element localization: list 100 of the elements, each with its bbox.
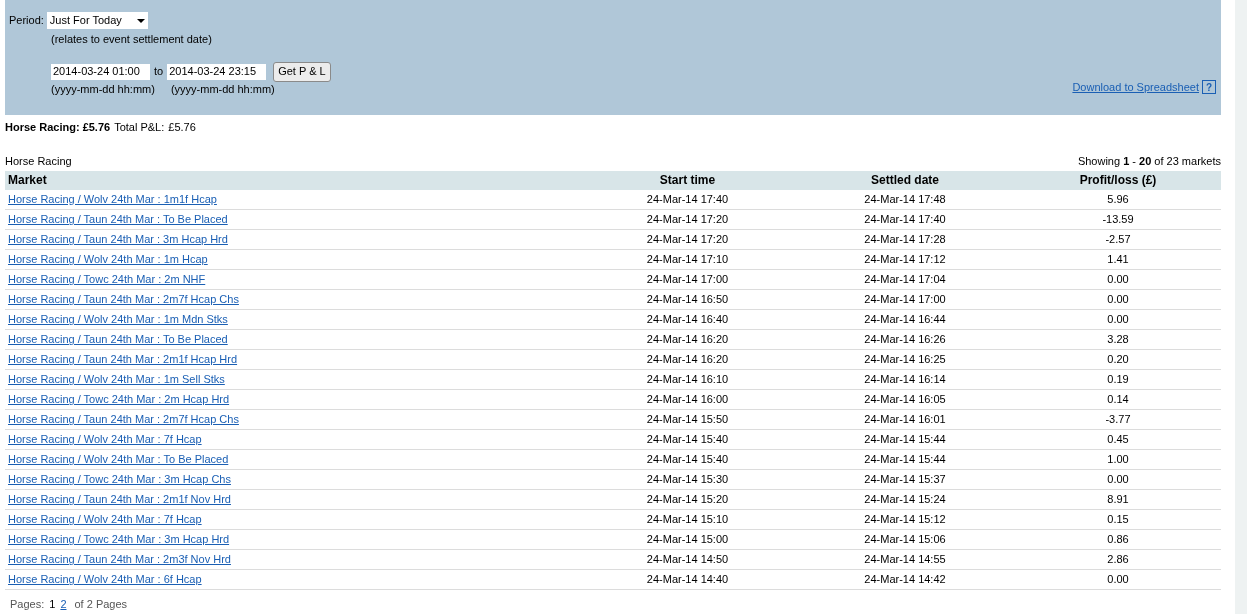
total-label: Total P&L: — [114, 120, 165, 135]
market-link[interactable]: Horse Racing / Taun 24th Mar : 2m7f Hcap Chs — [8, 293, 239, 306]
table-cell: 8.91 — [1107, 493, 1129, 506]
table-cell: 24-Mar-14 15:20 — [646, 493, 729, 506]
market-link[interactable]: Horse Racing / Wolv 24th Mar : 1m1f Hcap — [8, 193, 217, 205]
table-cell: 24-Mar-14 15:10 — [646, 513, 729, 526]
market-link[interactable]: Horse Racing / Taun 24th Mar : 2m7f Hcap Chs — [8, 413, 239, 426]
table-cell: -2.57 — [1105, 233, 1131, 246]
column-header: Market — [5, 170, 580, 190]
market-link[interactable]: Horse Racing / Wolv 24th Mar : 1m Hcap — [8, 253, 208, 266]
table-cell: 1.00 — [1107, 453, 1129, 466]
pages-label: Pages: — [10, 597, 45, 612]
table-cell: 24-Mar-14 15:24 — [864, 493, 946, 506]
table-title: Horse Racing — [5, 154, 72, 169]
table-cell: 24-Mar-14 16:20 — [646, 333, 729, 346]
table-cell: 1.41 — [1107, 253, 1129, 266]
market-link[interactable]: Horse Racing / Taun 24th Mar : 2m1f Hcap Hrd — [8, 353, 238, 366]
market-link[interactable]: Horse Racing / Wolv 24th Mar : 6f Hcap — [8, 573, 202, 586]
table-cell: 24-Mar-14 16:20 — [646, 353, 729, 366]
help-button[interactable]: ? — [1202, 80, 1216, 95]
table-cell: 0.00 — [1107, 273, 1129, 286]
table-cell: 24-Mar-14 17:20 — [646, 233, 729, 246]
table-cell: 24-Mar-14 16:10 — [646, 373, 729, 386]
market-link[interactable]: Horse Racing / Taun 24th Mar : 3m Hcap Hrd — [8, 233, 228, 246]
market-link[interactable]: Horse Racing / Wolv 24th Mar : 7f Hcap — [8, 433, 202, 446]
table-cell: 24-Mar-14 16:05 — [864, 393, 946, 406]
from-date-field[interactable]: 2014-03-24 01:00 — [51, 63, 150, 80]
table-cell: 24-Mar-14 15:06 — [864, 533, 946, 546]
table-cell: 0.86 — [1107, 533, 1129, 546]
page-link[interactable]: 2 — [60, 596, 67, 613]
table-cell: 0.00 — [1107, 473, 1129, 486]
table-cell: 24-Mar-14 17:00 — [864, 293, 946, 306]
to-date-field[interactable]: 2014-03-24 23:15 — [167, 63, 267, 80]
table-cell: 3.28 — [1107, 333, 1129, 346]
table-cell: 24-Mar-14 17:04 — [864, 273, 946, 286]
market-link[interactable]: Horse Racing / Wolv 24th Mar : To Be Placed — [8, 453, 229, 466]
table-cell: 24-Mar-14 15:37 — [864, 473, 946, 486]
table-cell: 0.19 — [1107, 373, 1129, 386]
date-format-hint: (yyyy-mm-dd hh:mm) — [170, 81, 275, 97]
table-cell: 24-Mar-14 17:40 — [864, 213, 946, 226]
table-cell: 24-Mar-14 14:55 — [864, 553, 946, 566]
table-cell: 24-Mar-14 14:42 — [864, 573, 946, 586]
table-cell: 24-Mar-14 15:12 — [864, 513, 946, 526]
table-cell: 24-Mar-14 17:12 — [864, 253, 946, 266]
market-link[interactable]: Horse Racing / Wolv 24th Mar : 1m Mdn Stks — [8, 313, 228, 326]
table-cell: 0.00 — [1107, 293, 1129, 306]
market-link[interactable]: Horse Racing / Towc 24th Mar : 2m Hcap Hrd — [8, 393, 230, 406]
table-cell: 0.00 — [1107, 573, 1129, 586]
table-cell: 24-Mar-14 17:00 — [646, 273, 729, 286]
table-cell: -3.77 — [1105, 413, 1131, 426]
table-cell: 24-Mar-14 15:00 — [646, 533, 729, 546]
table-cell: 0.45 — [1107, 433, 1129, 446]
market-link[interactable]: Horse Racing / Taun 24th Mar : 2m3f Nov Hrd — [8, 553, 231, 566]
table-cell: 24-Mar-14 15:40 — [646, 433, 729, 446]
total-value: £5.76 — [168, 120, 196, 135]
table-cell: 24-Mar-14 14:50 — [646, 553, 729, 566]
market-link[interactable]: Horse Racing / Taun 24th Mar : To Be Placed — [8, 213, 228, 226]
table-cell: 24-Mar-14 14:40 — [646, 573, 729, 586]
market-link[interactable]: Horse Racing / Taun 24th Mar : 2m1f Nov Hrd — [8, 493, 231, 506]
table-cell: 24-Mar-14 15:30 — [646, 473, 729, 486]
table-cell: 24-Mar-14 16:14 — [864, 373, 946, 386]
table-cell: 24-Mar-14 17:48 — [864, 193, 946, 205]
page-total: of 2 Pages — [74, 597, 128, 612]
table-cell: 24-Mar-14 16:44 — [864, 313, 946, 326]
market-link[interactable]: Horse Racing / Wolv 24th Mar : 1m Sell Stks — [8, 373, 225, 386]
column-header: Start time — [580, 170, 795, 190]
download-link[interactable]: Download to Spreadsheet — [1072, 79, 1199, 96]
table-cell: 24-Mar-14 16:01 — [864, 413, 946, 426]
table-cell: 0.14 — [1107, 393, 1129, 406]
market-link[interactable]: Horse Racing / Towc 24th Mar : 3m Hcap Chs — [8, 473, 231, 486]
table-cell: 24-Mar-14 15:50 — [646, 413, 729, 426]
market-link[interactable]: Horse Racing / Towc 24th Mar : 3m Hcap Hrd — [8, 533, 230, 546]
table-cell: 24-Mar-14 17:40 — [646, 193, 729, 205]
table-cell: 24-Mar-14 15:44 — [864, 433, 946, 446]
table-cell: 24-Mar-14 17:20 — [646, 213, 729, 226]
market-link[interactable]: Horse Racing / Towc 24th Mar : 2m NHF — [8, 273, 206, 286]
period-label: Period: — [9, 13, 44, 29]
market-link[interactable]: Horse Racing / Wolv 24th Mar : 7f Hcap — [8, 513, 202, 526]
caret-icon — [136, 18, 145, 23]
table-cell: 2.86 — [1107, 553, 1129, 566]
table-cell: 24-Mar-14 16:50 — [646, 293, 729, 306]
period-note: (relates to event settlement date) — [51, 32, 213, 47]
table-cell: 0.20 — [1107, 353, 1129, 366]
column-header: Profit/loss (£) — [1015, 170, 1221, 190]
table-cell: 24-Mar-14 15:44 — [864, 453, 946, 466]
showing-count: Showing 1 - 20 of 23 markets — [1077, 154, 1221, 169]
period-dropdown[interactable]: Just For Today — [46, 12, 148, 29]
table-cell: 24-Mar-14 15:40 — [646, 453, 729, 466]
table-cell: -13.59 — [1102, 213, 1134, 226]
sport-total: Horse Racing: £5.76 — [5, 120, 111, 135]
table-cell: 24-Mar-14 16:40 — [646, 313, 729, 326]
table-cell: 24-Mar-14 16:26 — [864, 333, 946, 346]
table-cell: 24-Mar-14 16:25 — [864, 353, 946, 366]
current-page: 1 — [49, 597, 56, 612]
to-label: to — [154, 64, 164, 80]
table-cell: 24-Mar-14 17:28 — [864, 233, 946, 246]
get-pl-button[interactable]: Get P & L — [273, 61, 331, 82]
table-cell: 5.96 — [1107, 193, 1129, 205]
table-cell: 0.15 — [1107, 513, 1129, 526]
market-link[interactable]: Horse Racing / Taun 24th Mar : To Be Placed — [8, 333, 228, 346]
